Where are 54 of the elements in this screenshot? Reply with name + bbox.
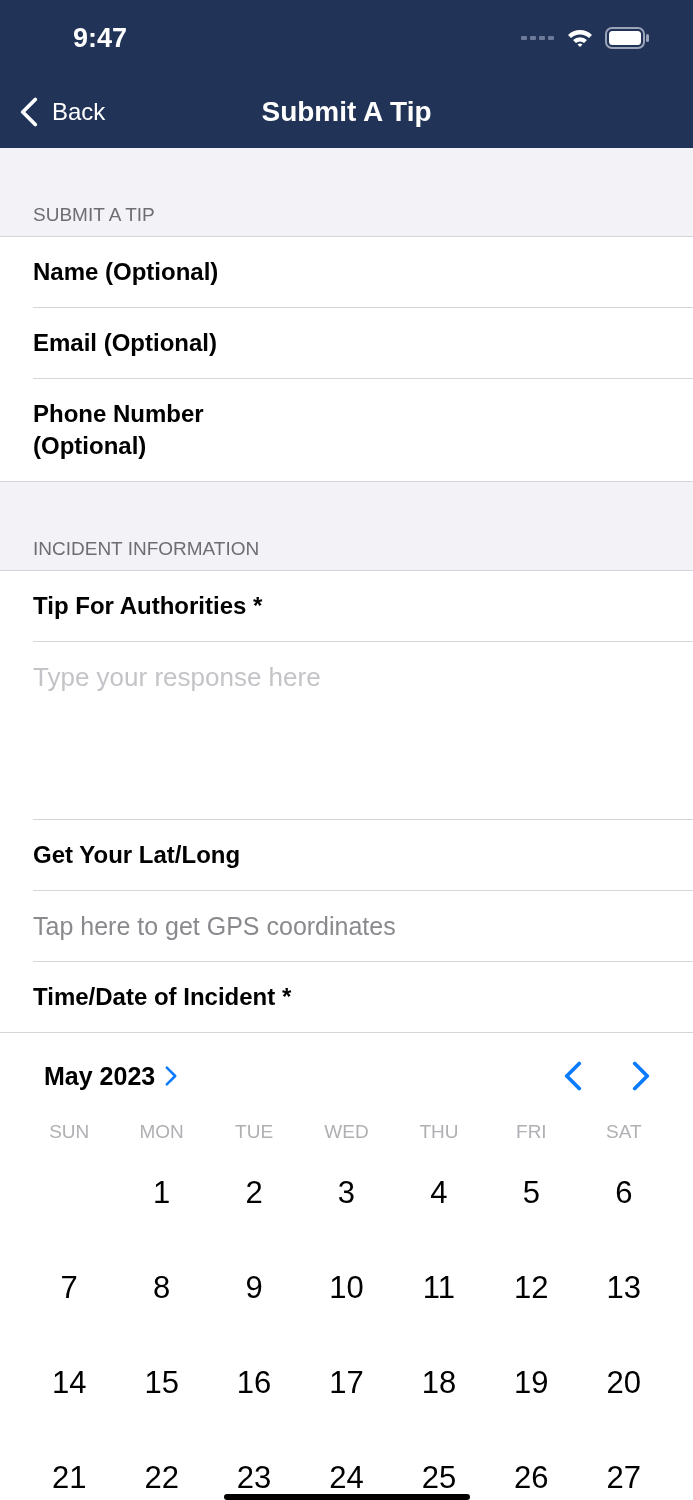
field-label: Tip For Authorities * (33, 591, 263, 621)
weekday-label: SUN (48, 1121, 91, 1143)
calendar-day[interactable]: 1 (153, 1174, 171, 1211)
calendar-day[interactable]: 4 (430, 1174, 448, 1211)
calendar-day[interactable]: 25 (421, 1459, 457, 1496)
calendar-day[interactable]: 19 (514, 1364, 549, 1401)
calendar-day[interactable]: 13 (606, 1269, 641, 1306)
field-label: Get Your Lat/Long (33, 840, 241, 870)
weekday-label: SAT (605, 1121, 643, 1143)
weekday-label: WED (323, 1121, 370, 1143)
month-picker-button[interactable]: May 2023 (44, 1061, 178, 1091)
weekday-label: MON (138, 1121, 185, 1143)
section-header: INCIDENT INFORMATION (0, 482, 693, 571)
battery-icon (605, 27, 649, 49)
calendar-day[interactable]: 18 (421, 1364, 457, 1401)
next-month-button[interactable] (632, 1061, 650, 1091)
calendar-day[interactable]: 23 (236, 1459, 272, 1496)
calendar-day[interactable]: 22 (144, 1459, 179, 1496)
response-field[interactable]: Type your response here (33, 642, 653, 722)
weekday-label: THU (418, 1121, 460, 1143)
calendar-day[interactable]: 21 (51, 1459, 87, 1496)
signal-icon (521, 35, 555, 41)
calendar-day[interactable]: 10 (329, 1269, 364, 1306)
calendar-day[interactable]: 20 (606, 1364, 641, 1401)
calendar-day[interactable]: 5 (522, 1174, 540, 1211)
calendar-day[interactable]: 26 (514, 1459, 549, 1496)
calendar-day[interactable]: 7 (60, 1269, 78, 1306)
back-button[interactable]: Back (20, 97, 110, 127)
weekday-label: FRI (515, 1121, 548, 1143)
calendar-day[interactable]: 9 (245, 1269, 263, 1306)
calendar-day[interactable]: 14 (51, 1364, 87, 1401)
field-label: Email (Optional) (33, 328, 217, 358)
previous-month-button[interactable] (564, 1061, 582, 1091)
calendar-day[interactable]: 12 (514, 1269, 549, 1306)
calendar-day[interactable]: 3 (337, 1174, 356, 1211)
weekday-label: TUE (234, 1121, 275, 1143)
calendar-day[interactable]: 8 (153, 1269, 171, 1306)
calendar-day[interactable]: 6 (615, 1174, 633, 1211)
calendar-day[interactable]: 24 (329, 1459, 364, 1496)
field-label: Time/Date of Incident * (33, 982, 292, 1012)
screen-title: Submit A Tip (261, 96, 432, 128)
calendar-day[interactable]: 27 (606, 1459, 641, 1496)
field-label: Phone Number (Optional) (33, 399, 205, 461)
calendar-day[interactable]: 2 (245, 1174, 263, 1211)
calendar-day[interactable]: 11 (422, 1269, 455, 1306)
section-header: SUBMIT A TIP (0, 148, 693, 237)
field-label: Name (Optional) (33, 257, 219, 287)
back-chevron-icon (20, 97, 38, 127)
wifi-icon (567, 28, 593, 48)
status-time: 9:47 (73, 22, 128, 54)
calendar-day[interactable]: 15 (144, 1364, 179, 1401)
calendar-day[interactable]: 16 (236, 1364, 272, 1401)
calendar-day[interactable]: 17 (329, 1364, 364, 1401)
chevron-right-icon (165, 1066, 178, 1086)
